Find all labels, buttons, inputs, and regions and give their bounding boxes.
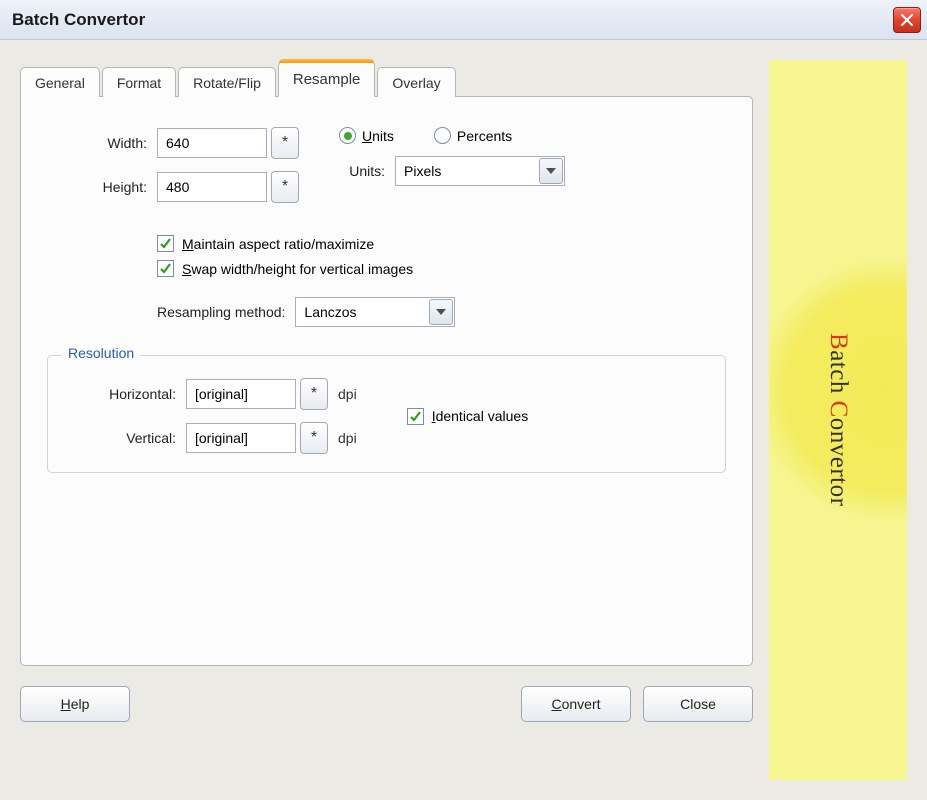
dialog-body: General Format Rotate/Flip Resample Over… xyxy=(0,40,927,800)
resampling-method-row: Resampling method: Lanczos xyxy=(157,297,726,327)
tab-overlay[interactable]: Overlay xyxy=(377,67,455,97)
vertical-input[interactable] xyxy=(186,423,296,453)
height-label: Height: xyxy=(47,179,157,195)
units-select[interactable]: Pixels xyxy=(395,156,565,186)
width-menu-button[interactable]: * xyxy=(271,127,299,159)
maintain-aspect-checkbox[interactable]: Maintain aspect ratio/maximize xyxy=(157,235,726,252)
dpi-label: dpi xyxy=(338,386,357,402)
close-icon xyxy=(901,14,913,26)
main-panel: General Format Rotate/Flip Resample Over… xyxy=(20,60,753,780)
vertical-menu-button[interactable]: * xyxy=(300,422,328,454)
units-radio-label: Units xyxy=(362,128,394,144)
chevron-down-icon xyxy=(429,299,453,325)
horizontal-label: Horizontal: xyxy=(66,386,186,402)
units-label: Units: xyxy=(339,163,395,179)
width-label: Width: xyxy=(47,135,157,151)
options-checks: Maintain aspect ratio/maximize Swap widt… xyxy=(157,235,726,277)
dialog-footer: Help Convert Close xyxy=(20,686,753,722)
resolution-inputs: Horizontal: * dpi Vertical: * dpi xyxy=(66,378,357,454)
mode-radio-group: Units Percents xyxy=(339,127,512,144)
close-button[interactable]: Close xyxy=(643,686,753,722)
size-inputs: Width: * Height: * xyxy=(47,127,299,215)
tab-resample[interactable]: Resample xyxy=(278,61,376,97)
resampling-method-label: Resampling method: xyxy=(157,304,295,320)
height-menu-button[interactable]: * xyxy=(271,171,299,203)
percents-radio-label: Percents xyxy=(457,128,512,144)
identical-values-label: Identical values xyxy=(432,408,529,424)
horizontal-menu-button[interactable]: * xyxy=(300,378,328,410)
checkbox-icon xyxy=(157,260,174,277)
resolution-group: Resolution Horizontal: * dpi Vertical: * xyxy=(47,355,726,473)
window-title: Batch Convertor xyxy=(12,10,145,30)
percents-radio[interactable]: Percents xyxy=(434,127,512,144)
side-banner: Batch Convertor xyxy=(769,60,907,780)
radio-icon xyxy=(434,127,451,144)
swap-wh-checkbox[interactable]: Swap width/height for vertical images xyxy=(157,260,726,277)
titlebar: Batch Convertor xyxy=(0,0,927,40)
close-window-button[interactable] xyxy=(893,7,921,33)
height-input[interactable] xyxy=(157,172,267,202)
units-radio[interactable]: Units xyxy=(339,127,394,144)
resolution-legend: Resolution xyxy=(62,345,140,361)
width-input[interactable] xyxy=(157,128,267,158)
swap-wh-label: Swap width/height for vertical images xyxy=(182,261,413,277)
tab-resample-content: Width: * Height: * xyxy=(20,96,753,666)
units-select-value: Pixels xyxy=(404,163,441,179)
units-column: Units Percents Units: Pixels xyxy=(339,127,565,215)
chevron-down-icon xyxy=(539,158,563,184)
horizontal-input[interactable] xyxy=(186,379,296,409)
checkbox-icon xyxy=(157,235,174,252)
dpi-label: dpi xyxy=(338,430,357,446)
maintain-aspect-label: Maintain aspect ratio/maximize xyxy=(182,236,374,252)
tab-rotate-flip[interactable]: Rotate/Flip xyxy=(178,67,276,97)
tab-strip: General Format Rotate/Flip Resample Over… xyxy=(20,60,753,96)
checkbox-icon xyxy=(407,408,424,425)
identical-values-checkbox[interactable]: Identical values xyxy=(407,408,529,425)
vertical-label: Vertical: xyxy=(66,430,186,446)
tab-general[interactable]: General xyxy=(20,67,100,97)
convert-button[interactable]: Convert xyxy=(521,686,631,722)
help-button[interactable]: Help xyxy=(20,686,130,722)
resampling-method-value: Lanczos xyxy=(304,304,356,320)
tab-format[interactable]: Format xyxy=(102,67,176,97)
resampling-method-select[interactable]: Lanczos xyxy=(295,297,455,327)
banner-text: Batch Convertor xyxy=(824,333,852,506)
radio-icon xyxy=(339,127,356,144)
